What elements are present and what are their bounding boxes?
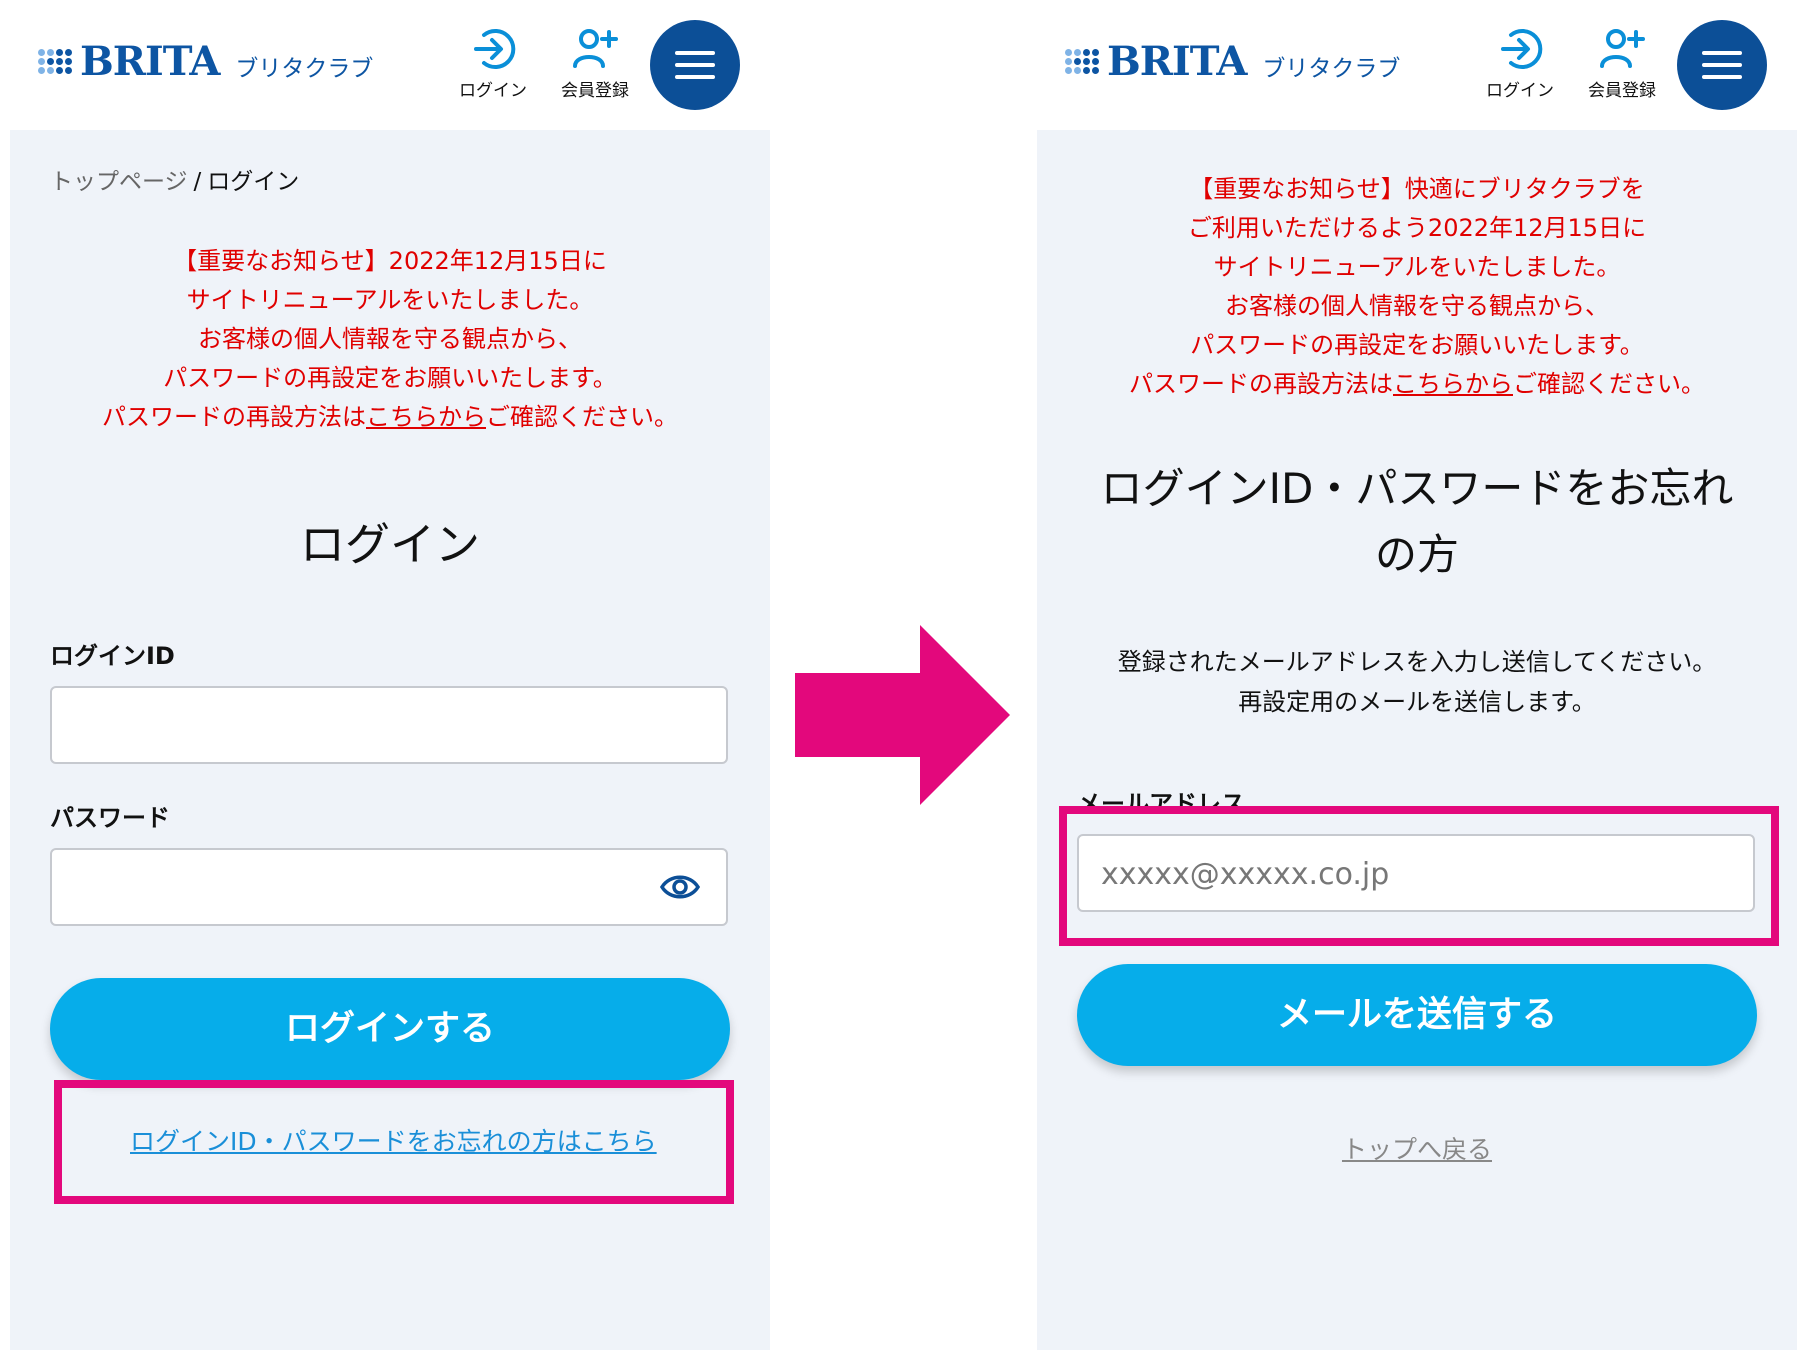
login-arrow-icon (1501, 29, 1543, 69)
login-screen: BRITA ブリタクラブ ログイン 会員登録 トップページ / ログイン 【重要… (10, 0, 770, 1350)
hamburger-menu-button[interactable] (1677, 20, 1767, 110)
notice-line: パスワードの再設方法はこちらからご確認ください。 (1037, 365, 1797, 404)
forgot-password-screen: BRITA ブリタクラブ ログイン 会員登録 【重要なお知らせ】快適にブリタクラ… (1037, 0, 1797, 1350)
notice-line: サイトリニューアルをいたしました。 (186, 286, 594, 314)
page-title-line: の方 (1374, 530, 1459, 579)
password-input[interactable] (72, 850, 710, 926)
notice-link[interactable]: こちらから (366, 403, 486, 431)
logo-dots-icon (38, 49, 72, 74)
hamburger-menu-button[interactable] (650, 20, 740, 110)
header-login-label: ログイン (1486, 81, 1554, 101)
header-login-label: ログイン (459, 81, 527, 101)
header-register-button[interactable]: 会員登録 (1577, 26, 1667, 101)
site-header: BRITA ブリタクラブ ログイン 会員登録 (1037, 0, 1797, 130)
password-label: パスワード (50, 804, 170, 832)
notice-line: お客様の個人情報を守る観点から、 (1225, 292, 1609, 320)
header-login-button[interactable]: ログイン (1475, 26, 1565, 101)
brita-logo[interactable]: BRITA ブリタクラブ (1065, 38, 1400, 85)
header-login-button[interactable]: ログイン (448, 26, 538, 101)
password-field[interactable] (50, 848, 728, 926)
logo-wordmark: BRITA (1107, 38, 1247, 85)
breadcrumb: トップページ / ログイン (50, 162, 299, 196)
brita-logo[interactable]: BRITA ブリタクラブ (38, 38, 373, 85)
notice-text: ご確認ください。 (486, 403, 678, 431)
instructions-line: 再設定用のメールを送信します。 (1238, 688, 1596, 716)
important-notice: 【重要なお知らせ】2022年12月15日に サイトリニューアルをいたしました。 … (10, 242, 770, 437)
instructions: 登録されたメールアドレスを入力し送信してください。 再設定用のメールを送信します… (1037, 642, 1797, 722)
notice-text: パスワードの再設方法は (1129, 370, 1393, 398)
page-title-line: ログインID・パスワードをお忘れ (1100, 464, 1734, 513)
page-title: ログインID・パスワードをお忘れ の方 (1037, 456, 1797, 588)
page-title: ログイン (299, 518, 480, 571)
notice-link[interactable]: こちらから (1393, 370, 1513, 398)
notice-line: ご利用いただけるよう2022年12月15日に (1187, 214, 1647, 242)
breadcrumb-home[interactable]: トップページ (50, 169, 188, 195)
logo-wordmark: BRITA (80, 38, 220, 85)
breadcrumb-current: ログイン (207, 169, 300, 195)
notice-line: パスワードの再設定をお願いいたします。 (163, 364, 617, 392)
logo-dots-icon (1065, 49, 1099, 74)
site-header: BRITA ブリタクラブ ログイン 会員登録 (10, 0, 770, 130)
header-register-label: 会員登録 (1588, 81, 1656, 101)
notice-line: サイトリニューアルをいたしました。 (1213, 253, 1621, 281)
add-user-icon (1600, 29, 1645, 68)
login-arrow-icon (474, 29, 516, 69)
highlight-box (54, 1080, 734, 1204)
login-id-label: ログインID (50, 642, 175, 670)
login-id-input[interactable] (72, 688, 710, 764)
breadcrumb-separator: / (193, 169, 202, 195)
header-register-button[interactable]: 会員登録 (550, 26, 640, 101)
notice-line: 【重要なお知らせ】快適にブリタクラブを (1189, 175, 1645, 203)
notice-line: 【重要なお知らせ】2022年12月15日に (173, 247, 607, 275)
notice-line: パスワードの再設定をお願いいたします。 (1190, 331, 1644, 359)
transition-arrow-icon (795, 625, 1015, 809)
important-notice: 【重要なお知らせ】快適にブリタクラブを ご利用いただけるよう2022年12月15… (1037, 170, 1797, 404)
instructions-line: 登録されたメールアドレスを入力し送信してください。 (1117, 648, 1717, 676)
login-submit-button[interactable]: ログインする (50, 978, 730, 1080)
notice-line: お客様の個人情報を守る観点から、 (198, 325, 582, 353)
highlight-box (1059, 806, 1779, 946)
notice-text: ご確認ください。 (1513, 370, 1705, 398)
add-user-icon (573, 29, 618, 68)
notice-line: パスワードの再設方法はこちらからご確認ください。 (10, 398, 770, 437)
login-id-field[interactable] (50, 686, 728, 764)
back-to-top-link[interactable]: トップへ戻る (1037, 1130, 1797, 1166)
show-password-eye-icon[interactable] (659, 870, 701, 911)
send-email-button[interactable]: メールを送信する (1077, 964, 1757, 1066)
header-register-label: 会員登録 (561, 81, 629, 101)
notice-text: パスワードの再設方法は (102, 403, 366, 431)
logo-subtitle: ブリタクラブ (1262, 55, 1401, 82)
logo-subtitle: ブリタクラブ (235, 55, 374, 82)
